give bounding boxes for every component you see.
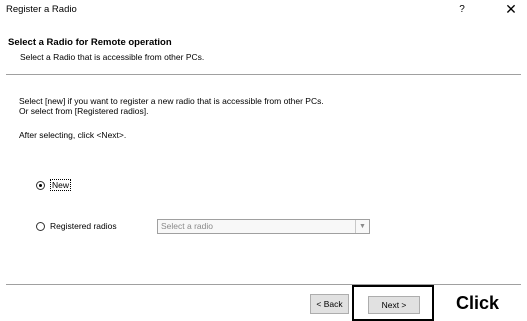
instruction-text: After selecting, click <Next>. [19, 130, 127, 140]
description: Select [new] if you want to register a n… [19, 96, 324, 116]
window-title: Register a Radio [6, 4, 77, 15]
registered-radio-button[interactable] [36, 221, 45, 231]
back-button[interactable]: < Back [310, 294, 349, 314]
page-heading: Select a Radio for Remote operation [8, 37, 172, 48]
page-subheading: Select a Radio that is accessible from o… [20, 52, 205, 62]
title-bar: Register a Radio ? ✕ [0, 0, 527, 20]
registered-radio-label[interactable]: Registered radios [50, 221, 117, 231]
new-radio-label[interactable]: New [50, 179, 72, 191]
header-divider [6, 74, 521, 75]
close-button[interactable]: ✕ [498, 1, 524, 19]
help-button[interactable]: ? [452, 2, 472, 18]
chevron-down-icon[interactable]: ▼ [355, 220, 369, 233]
new-radio-option[interactable]: New [36, 179, 72, 191]
radio-select-placeholder: Select a radio [161, 221, 213, 231]
next-button[interactable]: Next > [368, 296, 420, 314]
registered-radio-option[interactable]: Registered radios [36, 221, 117, 231]
new-radio-button[interactable] [36, 180, 45, 190]
description-line-1: Select [new] if you want to register a n… [19, 96, 324, 106]
next-button-highlight: Next > [352, 285, 434, 321]
radio-select-dropdown[interactable]: Select a radio ▼ [157, 219, 370, 234]
description-line-2: Or select from [Registered radios]. [19, 106, 149, 116]
click-annotation: Click [456, 293, 500, 313]
footer-divider [6, 284, 521, 285]
